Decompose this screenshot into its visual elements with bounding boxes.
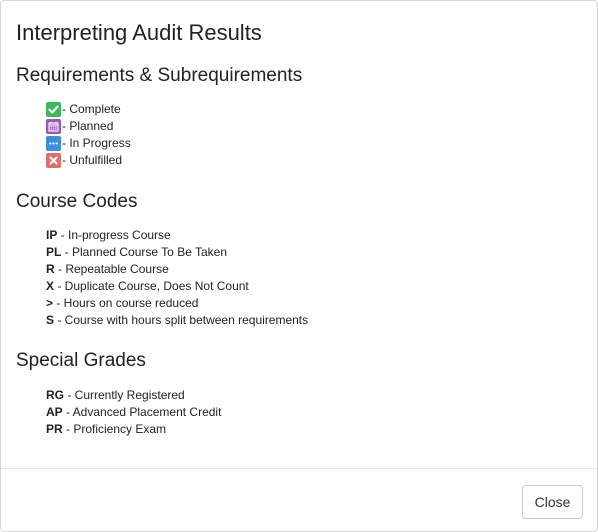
grade-code-label: AP [46, 405, 63, 419]
list-item: AP - Advanced Placement Credit [46, 404, 221, 421]
course-codes-list: IP - In-progress Course PL - Planned Cou… [46, 227, 308, 329]
grade-description: - Currently Registered [64, 388, 185, 402]
x-icon [46, 153, 61, 168]
code-label: R [46, 262, 55, 276]
list-item: RG - Currently Registered [46, 387, 221, 404]
list-item: X - Duplicate Course, Does Not Count [46, 278, 308, 295]
code-description: - Repeatable Course [54, 262, 169, 276]
special-grades-heading: Special Grades [16, 350, 146, 371]
code-label: > [46, 296, 54, 310]
code-description: - Planned Course To Be Taken [61, 245, 228, 259]
code-label: S [46, 313, 55, 327]
ellipsis-icon [46, 136, 61, 151]
grade-code-label: RG [46, 388, 64, 402]
calendar-icon [46, 119, 61, 134]
list-item: R - Repeatable Course [46, 261, 308, 278]
list-item: S - Course with hours split between requ… [46, 312, 308, 329]
special-grades-list: RG - Currently Registered AP - Advanced … [46, 387, 221, 438]
legend-item-unfulfilled: - Unfulfilled [46, 152, 131, 169]
close-button[interactable]: Close [522, 485, 583, 519]
list-item: > - Hours on course reduced [46, 295, 308, 312]
code-description: - Hours on course reduced [53, 296, 199, 310]
code-description: - Duplicate Course, Does Not Count [54, 279, 249, 293]
code-description: - Course with hours split between requir… [54, 313, 309, 327]
code-label: IP [46, 228, 58, 242]
code-description: - In-progress Course [57, 228, 171, 242]
list-item: PR - Proficiency Exam [46, 421, 221, 438]
list-item: PL - Planned Course To Be Taken [46, 244, 308, 261]
legend-label-unfulfilled: - Unfulfilled [62, 153, 123, 167]
legend-label-in-progress: - In Progress [62, 136, 131, 150]
audit-legend-modal: Interpreting Audit Results Requirements … [0, 0, 598, 532]
legend-label-complete: - Complete [62, 102, 121, 116]
check-icon [46, 102, 61, 117]
legend-item-in-progress: - In Progress [46, 135, 131, 152]
grade-code-label: PR [46, 422, 63, 436]
list-item: IP - In-progress Course [46, 227, 308, 244]
course-codes-heading: Course Codes [16, 191, 138, 212]
code-label: X [46, 279, 55, 293]
modal-body: Interpreting Audit Results Requirements … [1, 1, 597, 468]
legend-item-planned: - Planned [46, 118, 131, 135]
code-label: PL [46, 245, 62, 259]
modal-footer-divider [1, 468, 597, 469]
requirements-heading: Requirements & Subrequirements [16, 65, 303, 86]
grade-description: - Advanced Placement Credit [62, 405, 222, 419]
legend-label-planned: - Planned [62, 119, 114, 133]
legend-item-complete: - Complete [46, 101, 131, 118]
modal-title: Interpreting Audit Results [16, 20, 262, 45]
requirements-legend-list: - Complete - Planned - In Progress - Unf… [46, 101, 131, 169]
grade-description: - Proficiency Exam [62, 422, 167, 436]
